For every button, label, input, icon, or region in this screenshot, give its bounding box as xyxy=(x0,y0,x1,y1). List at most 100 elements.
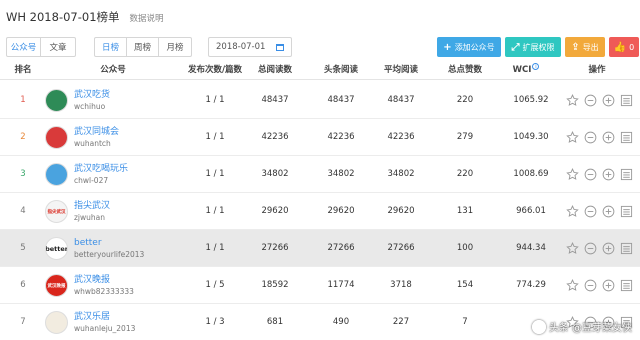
tab-daily[interactable]: 日榜 xyxy=(95,38,127,56)
row-actions xyxy=(566,241,633,255)
account-names: 武汉吃喝玩乐 chwl-027 xyxy=(74,164,128,186)
add-circle-icon[interactable] xyxy=(602,94,615,107)
account-id: zjwuhan xyxy=(74,212,106,222)
foodie-avatar[interactable] xyxy=(45,89,68,112)
rank-cell: 1 xyxy=(20,95,26,105)
account-name-link[interactable]: better xyxy=(74,238,144,249)
remove-circle-icon[interactable] xyxy=(584,94,597,107)
date-value: 2018-07-01 xyxy=(216,42,266,52)
total-reads-cell: 42236 xyxy=(261,132,289,142)
table-row[interactable]: 6 武汉晚报 武汉晚报 whwb82333333 1 / 5 18592 11774 3718… xyxy=(0,267,640,304)
evening-news-avatar[interactable]: 武汉晚报 xyxy=(45,274,68,297)
remove-circle-icon[interactable] xyxy=(584,168,597,181)
add-circle-icon[interactable] xyxy=(602,242,615,255)
calendar-icon xyxy=(276,44,284,51)
table-row[interactable]: 1 武汉吃货 wchihuo 1 / 1 48437 48437 48437 220 1065.… xyxy=(0,82,640,119)
account-name-link[interactable]: 武汉吃货 xyxy=(74,90,110,101)
column-actions: 操作 xyxy=(588,65,606,75)
headline-reads-cell: 29620 xyxy=(327,206,355,216)
date-picker[interactable]: 2018-07-01 xyxy=(208,37,292,57)
account-id: betteryourlife2013 xyxy=(74,249,145,259)
avg-reads-cell: 27266 xyxy=(387,243,415,253)
headline-reads-cell: 27266 xyxy=(327,243,355,253)
star-icon[interactable] xyxy=(566,93,579,107)
list-icon[interactable] xyxy=(620,242,633,255)
city-club-avatar[interactable] xyxy=(45,126,68,149)
remove-circle-icon[interactable] xyxy=(584,131,597,144)
total-reads-cell: 34802 xyxy=(261,169,289,179)
remove-circle-icon[interactable] xyxy=(584,279,597,292)
star-icon[interactable] xyxy=(566,241,579,255)
list-icon[interactable] xyxy=(620,205,633,218)
export-button[interactable]: ⇪ 导出 xyxy=(565,37,605,57)
remove-circle-icon[interactable] xyxy=(584,242,597,255)
fun-avatar[interactable] xyxy=(45,163,68,186)
account-cell[interactable]: 武汉晚报 武汉晚报 whwb82333333 xyxy=(45,273,134,298)
account-names: 武汉吃货 wchihuo xyxy=(74,90,110,112)
account-cell[interactable]: 武汉乐居 wuhanleju_2013 xyxy=(45,310,135,335)
account-cell[interactable]: better better betteryourlife2013 xyxy=(45,236,144,261)
wci-cell: 774.29 xyxy=(516,280,546,290)
likes-cell: 279 xyxy=(456,132,474,142)
account-names: 武汉乐居 wuhanleju_2013 xyxy=(74,312,135,334)
data-explanation-link[interactable]: 数据说明 xyxy=(130,12,164,24)
rank-cell: 4 xyxy=(20,206,26,216)
list-icon[interactable] xyxy=(620,168,633,181)
account-names: 武汉同城会 wuhantch xyxy=(74,127,119,149)
headline-reads-cell: 34802 xyxy=(327,169,355,179)
table-header: 排名 公众号 发布次数/篇数 总阅读数 头条阅读 平均阅读 总点赞数 WCI i … xyxy=(0,60,640,80)
table-row[interactable]: 2 武汉同城会 wuhantch 1 / 1 42236 42236 42236 279 104… xyxy=(0,119,640,156)
account-name-link[interactable]: 武汉乐居 xyxy=(74,312,135,323)
list-icon[interactable] xyxy=(620,279,633,292)
list-icon[interactable] xyxy=(620,94,633,107)
thumbs-up-icon: 👍 xyxy=(613,41,627,53)
info-icon[interactable]: i xyxy=(532,63,540,70)
total-reads-cell: 29620 xyxy=(261,206,289,216)
account-name-link[interactable]: 武汉吃喝玩乐 xyxy=(74,164,128,175)
add-circle-icon[interactable] xyxy=(602,168,615,181)
tab-monthly[interactable]: 月榜 xyxy=(159,38,191,56)
table-row[interactable]: 4 指尖武汉 指尖武汉 zjwuhan 1 / 1 29620 29620 29620 131 9… xyxy=(0,193,640,230)
add-circle-icon[interactable] xyxy=(602,131,615,144)
leju-avatar[interactable] xyxy=(45,311,68,334)
avg-reads-cell: 227 xyxy=(392,317,410,327)
headline-reads-cell: 48437 xyxy=(327,95,355,105)
row-actions xyxy=(566,278,633,292)
add-circle-icon[interactable] xyxy=(602,279,615,292)
column-likes[interactable]: 总点赞数 xyxy=(440,60,490,80)
like-button[interactable]: 👍 0 xyxy=(609,37,639,57)
account-cell[interactable]: 武汉同城会 wuhantch xyxy=(45,125,119,150)
extend-permissions-button[interactable]: ⤢ 扩展权限 xyxy=(505,37,561,57)
remove-circle-icon[interactable] xyxy=(584,205,597,218)
column-headline-reads[interactable]: 头条阅读 xyxy=(318,60,364,80)
period-tabs: 日榜 周榜 月榜 xyxy=(94,37,192,57)
better-avatar[interactable]: better xyxy=(45,237,68,260)
star-icon[interactable] xyxy=(566,130,579,144)
column-wci[interactable]: WCI i xyxy=(506,60,546,80)
list-icon[interactable] xyxy=(620,131,633,144)
tab-accounts[interactable]: 公众号 xyxy=(7,38,41,56)
star-icon[interactable] xyxy=(566,167,579,181)
posts-cell: 1 / 1 xyxy=(205,206,225,216)
tab-articles[interactable]: 文章 xyxy=(41,38,75,56)
row-actions xyxy=(566,130,633,144)
table-row[interactable]: 5 better better betteryourlife2013 1 / 1 2726… xyxy=(0,230,640,267)
likes-cell: 220 xyxy=(456,95,474,105)
table-row[interactable]: 3 武汉吃喝玩乐 chwl-027 1 / 1 34802 34802 34802 220 10… xyxy=(0,156,640,193)
account-cell[interactable]: 武汉吃货 wchihuo xyxy=(45,88,110,113)
rank-cell: 5 xyxy=(20,243,26,253)
account-name-link[interactable]: 武汉晚报 xyxy=(74,275,134,286)
column-total-reads[interactable]: 总阅读数 xyxy=(252,60,298,80)
star-icon[interactable] xyxy=(566,204,579,218)
column-avg-reads[interactable]: 平均阅读 xyxy=(378,60,424,80)
star-icon[interactable] xyxy=(566,278,579,292)
account-cell[interactable]: 指尖武汉 指尖武汉 zjwuhan xyxy=(45,199,110,224)
fingertip-avatar[interactable]: 指尖武汉 xyxy=(45,200,68,223)
tab-weekly[interactable]: 周榜 xyxy=(127,38,159,56)
account-name-link[interactable]: 指尖武汉 xyxy=(74,201,110,212)
account-name-link[interactable]: 武汉同城会 xyxy=(74,127,119,138)
account-id: wchihuo xyxy=(74,101,106,111)
add-account-button[interactable]: + 添加公众号 xyxy=(437,37,501,57)
account-cell[interactable]: 武汉吃喝玩乐 chwl-027 xyxy=(45,162,128,187)
add-circle-icon[interactable] xyxy=(602,205,615,218)
